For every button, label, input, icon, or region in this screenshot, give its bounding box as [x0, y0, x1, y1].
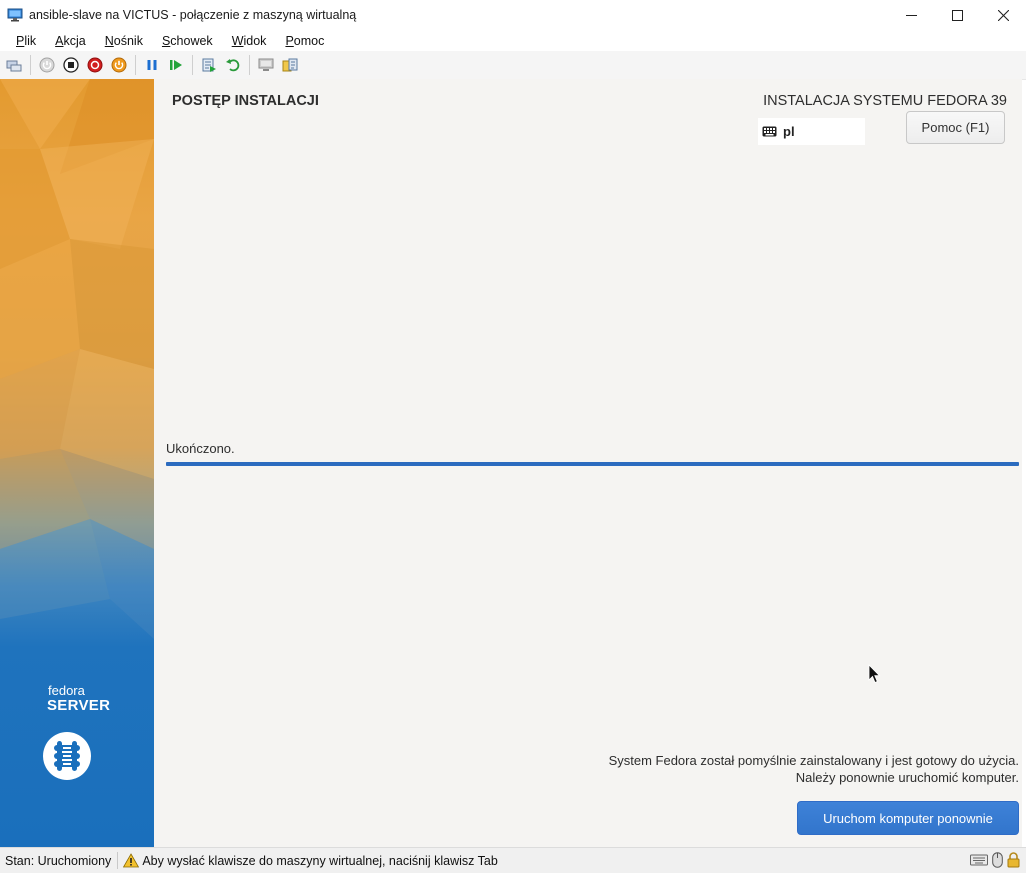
toolbar	[0, 51, 1026, 80]
keyboard-layout-label: pl	[783, 124, 795, 139]
checkpoint-button[interactable]	[199, 55, 219, 75]
menu-file[interactable]: Plik	[16, 34, 36, 48]
enhanced-session-icon	[258, 58, 274, 71]
install-progress-fill	[166, 462, 1019, 466]
keyboard-icon	[762, 126, 777, 137]
server-wordmark: SERVER	[47, 697, 111, 714]
close-icon	[997, 9, 1009, 21]
page-title: POSTĘP INSTALACJI	[172, 93, 319, 109]
completion-message-line1: System Fedora został pomyślnie zainstalo…	[608, 753, 1019, 768]
power-off-button[interactable]	[109, 55, 129, 75]
fedora-wordmark: fedora	[48, 683, 85, 698]
pause-icon	[147, 60, 157, 70]
turn-off-icon	[63, 57, 79, 73]
menu-action[interactable]: Akcja	[55, 34, 86, 48]
keyboard-hint: Aby wysłać klawisze do maszyny wirtualne…	[142, 853, 498, 868]
keyboard-icon	[970, 854, 988, 866]
install-progress-bar	[166, 462, 1019, 466]
share-icon	[282, 58, 298, 72]
status-bar: Stan: Uruchomiony Aby wysłać klawisze do…	[0, 847, 1026, 873]
revert-icon	[226, 59, 240, 72]
ctrl-alt-del-icon	[6, 60, 22, 72]
close-button[interactable]	[980, 0, 1026, 30]
vm-state: Stan: Uruchomiony	[5, 853, 112, 868]
fedora-server-logo-icon	[43, 732, 91, 780]
installer-main: POSTĘP INSTALACJI INSTALACJA SYSTEMU FED…	[154, 79, 1022, 847]
vm-connection-icon	[7, 8, 23, 22]
keyboard-layout-indicator[interactable]: pl	[758, 118, 865, 145]
share-button[interactable]	[280, 55, 300, 75]
ctrl-alt-del-button[interactable]	[4, 55, 24, 75]
lock-icon	[1007, 852, 1020, 868]
start-icon	[39, 57, 55, 73]
installer-sidebar: fedora SERVER	[0, 79, 154, 847]
completion-message: System Fedora został pomyślnie zainstalo…	[609, 752, 1019, 786]
power-off-icon	[111, 57, 127, 73]
pause-button[interactable]	[142, 55, 162, 75]
completion-message-line2: Należy ponownie uruchomić komputer.	[795, 770, 1019, 785]
start-button[interactable]	[37, 55, 57, 75]
menu-help[interactable]: Pomoc	[285, 34, 324, 48]
checkpoint-icon	[202, 58, 216, 72]
status-mouse	[992, 852, 1003, 868]
help-button[interactable]: Pomoc (F1)	[906, 111, 1005, 144]
mouse-icon	[992, 852, 1003, 868]
shutdown-button[interactable]	[85, 55, 105, 75]
status-keyboard	[970, 854, 988, 866]
reboot-button[interactable]: Uruchom komputer ponownie	[797, 801, 1019, 835]
resume-icon	[170, 60, 182, 70]
menu-media[interactable]: Nośnik	[105, 34, 143, 48]
progress-status-label: Ukończono.	[166, 441, 235, 456]
minimize-button[interactable]	[888, 0, 934, 30]
warning-icon	[123, 853, 140, 868]
mouse-cursor-icon	[868, 664, 881, 684]
resume-button[interactable]	[166, 55, 186, 75]
shutdown-icon	[87, 57, 103, 73]
window-title: ansible-slave na VICTUS - połączenie z m…	[29, 8, 357, 22]
minimize-icon	[905, 14, 917, 16]
turn-off-button[interactable]	[61, 55, 81, 75]
enhanced-session-button[interactable]	[256, 55, 276, 75]
product-title: INSTALACJA SYSTEMU FEDORA 39	[763, 93, 1007, 109]
menu-clipboard[interactable]: Schowek	[162, 34, 213, 48]
menu-bar: Plik Akcja Nośnik Schowek Widok Pomoc	[0, 30, 1026, 51]
menu-view[interactable]: Widok	[232, 34, 267, 48]
maximize-button[interactable]	[934, 0, 980, 30]
status-lock	[1007, 852, 1020, 868]
vm-display[interactable]: fedora SERVER POSTĘP INSTALACJI INSTALAC…	[0, 79, 1022, 847]
maximize-icon	[951, 9, 963, 21]
window-titlebar[interactable]: ansible-slave na VICTUS - połączenie z m…	[0, 0, 1026, 30]
revert-button[interactable]	[223, 55, 243, 75]
